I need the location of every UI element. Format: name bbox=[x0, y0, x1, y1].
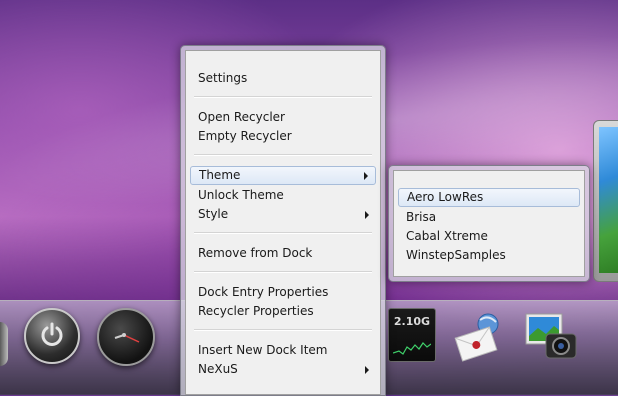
menu-item-style[interactable]: Style bbox=[190, 205, 376, 224]
mail-icon[interactable] bbox=[454, 312, 506, 362]
window-thumbnail-preview bbox=[599, 127, 618, 273]
submenu-arrow-icon bbox=[364, 172, 368, 180]
photo-camera-icon[interactable] bbox=[524, 312, 578, 364]
menu-item-theme[interactable]: Theme bbox=[190, 166, 376, 185]
menu-separator bbox=[194, 271, 372, 273]
theme-submenu: Aero LowRes Brisa Cabal Xtreme WinstepSa… bbox=[388, 165, 590, 282]
menu-item-theme-label: Theme bbox=[199, 168, 241, 182]
submenu-arrow-icon bbox=[365, 211, 369, 219]
menu-item-remove-from-dock[interactable]: Remove from Dock bbox=[190, 244, 376, 263]
menu-item-settings[interactable]: Settings bbox=[190, 69, 376, 88]
menu-separator bbox=[194, 96, 372, 98]
theme-submenu-body: Aero LowRes Brisa Cabal Xtreme WinstepSa… bbox=[393, 170, 585, 277]
menu-separator bbox=[194, 329, 372, 331]
menu-separator bbox=[194, 154, 372, 156]
power-icon[interactable] bbox=[24, 308, 80, 364]
context-menu: Settings Open Recycler Empty Recycler Th… bbox=[180, 45, 386, 396]
context-menu-body: Settings Open Recycler Empty Recycler Th… bbox=[185, 50, 381, 395]
menu-item-nexus[interactable]: NeXuS bbox=[190, 360, 376, 379]
clock-icon[interactable] bbox=[97, 308, 155, 366]
menu-item-nexus-label: NeXuS bbox=[198, 362, 238, 376]
menu-item-empty-recycler[interactable]: Empty Recycler bbox=[190, 127, 376, 146]
dock-edge-icon bbox=[0, 322, 8, 366]
clock-face-icon bbox=[114, 333, 140, 343]
submenu-item-winstepsamples[interactable]: WinstepSamples bbox=[398, 246, 580, 265]
menu-item-style-label: Style bbox=[198, 207, 229, 221]
submenu-item-brisa[interactable]: Brisa bbox=[398, 208, 580, 227]
submenu-item-aero-lowres[interactable]: Aero LowRes bbox=[398, 188, 580, 207]
menu-separator bbox=[194, 232, 372, 234]
submenu-item-cabal-xtreme[interactable]: Cabal Xtreme bbox=[398, 227, 580, 246]
menu-item-dock-entry-properties[interactable]: Dock Entry Properties bbox=[190, 283, 376, 302]
network-graph-icon bbox=[393, 342, 431, 355]
power-symbol-icon bbox=[41, 322, 63, 346]
network-meter-icon[interactable]: 2.10G bbox=[388, 308, 436, 362]
submenu-arrow-icon bbox=[365, 366, 369, 374]
menu-item-open-recycler[interactable]: Open Recycler bbox=[190, 108, 376, 127]
menu-item-insert-new-dock-item[interactable]: Insert New Dock Item bbox=[190, 341, 376, 360]
menu-item-recycler-properties[interactable]: Recycler Properties bbox=[190, 302, 376, 321]
menu-item-unlock-theme[interactable]: Unlock Theme bbox=[190, 186, 376, 205]
window-thumbnail[interactable] bbox=[593, 120, 618, 282]
network-meter-value: 2.10G bbox=[393, 315, 431, 328]
